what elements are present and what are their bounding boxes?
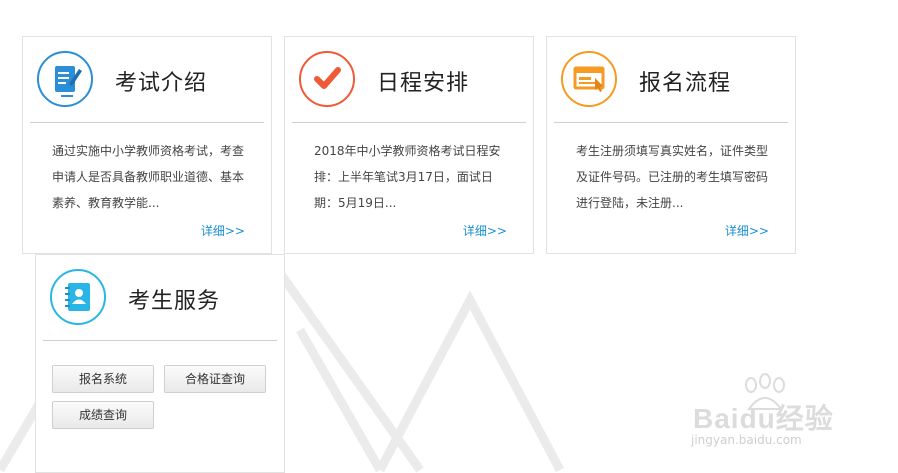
card-title: 考试介绍 xyxy=(115,71,208,96)
divider xyxy=(554,122,788,123)
baidu-jingyan-watermark: Baidu经验 jingyan.baidu.com xyxy=(685,373,885,455)
card-description: 通过实施中小学教师资格考试，考查申请人是否具备教师职业道德、基本素养、教育教学能… xyxy=(52,144,245,210)
watermark-url: jingyan.baidu.com xyxy=(691,433,802,447)
contact-book-icon xyxy=(50,269,106,325)
card-description: 2018年中小学教师资格考试日程安排：上半年笔试3月17日，面试日期：5月19日… xyxy=(314,144,501,210)
watermark-text: Baidu经验 xyxy=(693,403,834,434)
document-edit-icon xyxy=(37,51,93,107)
divider xyxy=(43,340,277,341)
card-description: 考生注册须填写真实姓名，证件类型及证件号码。已注册的考生填写密码进行登陆，未注册… xyxy=(576,144,769,210)
card-candidate-services: 考生服务 报名系统 合格证查询 成绩查询 xyxy=(35,254,285,473)
details-link[interactable]: 详细>> xyxy=(725,222,769,239)
divider xyxy=(30,122,264,123)
certificate-query-button[interactable]: 合格证查询 xyxy=(164,365,266,393)
card-header: 考生服务 xyxy=(36,255,284,341)
divider xyxy=(292,122,526,123)
card-title: 报名流程 xyxy=(639,71,732,96)
score-query-button[interactable]: 成绩查询 xyxy=(52,401,154,429)
card-exam-intro: 考试介绍 通过实施中小学教师资格考试，考查申请人是否具备教师职业道德、基本素养、… xyxy=(22,36,272,254)
checkmark-icon xyxy=(299,51,355,107)
registration-system-button[interactable]: 报名系统 xyxy=(52,365,154,393)
card-header: 日程安排 xyxy=(285,37,533,123)
card-title: 考生服务 xyxy=(128,289,221,314)
details-link[interactable]: 详细>> xyxy=(201,222,245,239)
card-title: 日程安排 xyxy=(377,71,470,96)
card-registration-process: 报名流程 考生注册须填写真实姓名，证件类型及证件号码。已注册的考生填写密码进行登… xyxy=(546,36,796,254)
card-schedule: 日程安排 2018年中小学教师资格考试日程安排：上半年笔试3月17日，面试日期：… xyxy=(284,36,534,254)
details-link[interactable]: 详细>> xyxy=(463,222,507,239)
card-header: 考试介绍 xyxy=(23,37,271,123)
browser-window-icon xyxy=(561,51,617,107)
card-header: 报名流程 xyxy=(547,37,795,123)
